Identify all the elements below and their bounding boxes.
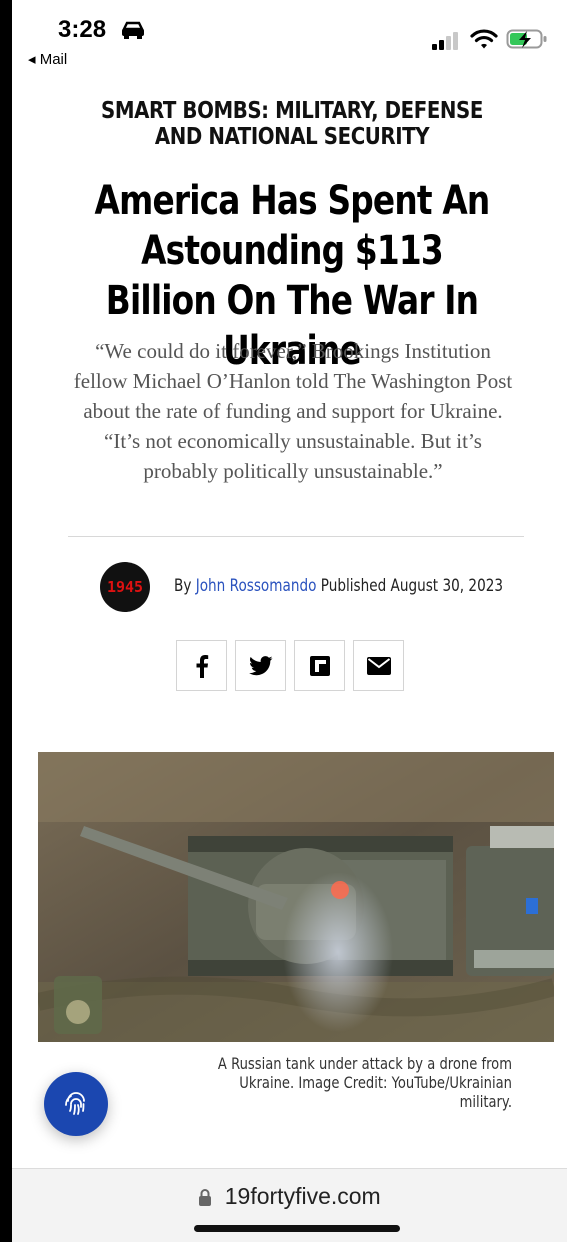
section-kicker[interactable]: SMART BOMBS: MILITARY, DEFENSE AND NATIO… — [86, 98, 499, 150]
author-link[interactable]: John Rossomando — [196, 576, 317, 596]
back-to-mail-link[interactable]: ◂ Mail — [28, 50, 67, 68]
facebook-icon — [196, 654, 208, 678]
signal-icon — [432, 32, 458, 50]
share-twitter-button[interactable] — [235, 640, 286, 691]
fingerprint-icon — [65, 1092, 85, 1115]
share-bar — [176, 640, 416, 694]
image-caption: A Russian tank under attack by a drone f… — [217, 1054, 512, 1111]
lock-icon — [199, 1189, 212, 1206]
flipboard-icon — [309, 655, 330, 676]
site-logo[interactable]: 1945 — [100, 562, 150, 612]
article-dek: “We could do it forever,” Brookings Inst… — [73, 339, 513, 483]
tank-photo-illustration — [38, 752, 554, 1042]
site-logo-text: 1945 — [106, 578, 144, 596]
divider — [68, 536, 524, 537]
browser-address-bar[interactable]: 19fortyfive.com — [12, 1168, 567, 1242]
status-time: 3:28 — [58, 16, 107, 43]
by-label: By — [174, 576, 192, 596]
article-photo — [38, 752, 554, 1042]
byline-text: By John Rossomando Published August 30, … — [174, 576, 503, 596]
wifi-icon — [470, 29, 498, 49]
phone-screen: 3:28 ◂ Mail SMART BOMBS: MILITARY, DEFEN… — [12, 0, 567, 1242]
address-display[interactable]: 19fortyfive.com — [12, 1183, 567, 1210]
byline: 1945 By John Rossomando Published August… — [100, 560, 530, 614]
fingerprint-button[interactable] — [44, 1072, 108, 1136]
share-facebook-button[interactable] — [176, 640, 227, 691]
share-flipboard-button[interactable] — [294, 640, 345, 691]
publish-date: August 30, 2023 — [390, 576, 504, 596]
twitter-icon — [248, 655, 272, 675]
battery-charging-icon — [506, 29, 547, 49]
share-email-button[interactable] — [353, 640, 404, 691]
car-icon — [122, 21, 144, 39]
home-indicator[interactable] — [194, 1225, 400, 1232]
published-label: Published — [320, 576, 387, 596]
url-text: 19fortyfive.com — [224, 1183, 381, 1209]
status-bar: 3:28 ◂ Mail — [12, 0, 567, 72]
email-icon — [366, 656, 391, 675]
